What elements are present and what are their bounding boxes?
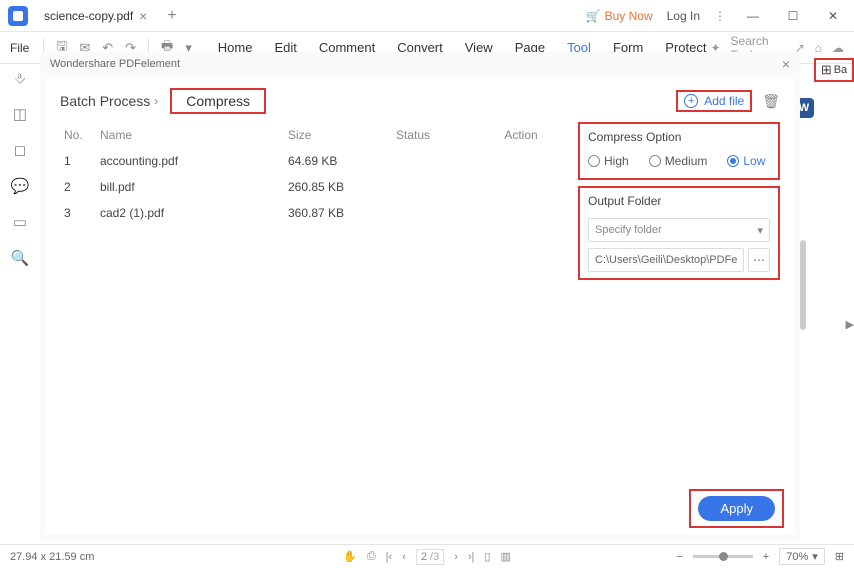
output-folder-box: Output Folder Specify folder ▾ ⋯ [578,186,780,280]
dialog-close-icon[interactable]: × [782,56,790,72]
plus-icon: + [684,94,698,108]
search-icon[interactable]: 🔍 [11,249,30,267]
browse-button[interactable]: ⋯ [748,248,770,272]
thumbnail-icon[interactable]: ◫ [13,105,27,123]
dialog-title: Wondershare PDFelement [50,58,180,70]
titlebar: science-copy.pdf × + 🛒 Buy Now Log In ⋮ … [0,0,854,32]
radio-low[interactable]: Low [727,154,765,168]
page-dimensions: 27.94 x 21.59 cm [10,551,94,563]
document-tab[interactable]: science-copy.pdf × [36,4,155,28]
apply-box: Apply [689,489,784,528]
bookmark-icon[interactable]: ◻ [14,141,26,159]
col-size: Size [288,128,396,142]
read-mode-icon[interactable]: ⎙ [367,550,376,563]
output-path-input[interactable] [588,248,744,272]
add-file-button[interactable]: + Add file [676,90,752,112]
col-no: No. [64,128,100,142]
output-folder-select[interactable]: Specify folder ▾ [588,218,770,242]
fit-page-icon[interactable]: ⊞ [835,550,844,563]
cloud-icon[interactable]: ⌂ [815,41,822,55]
zoom-in-icon[interactable]: + [763,551,769,563]
file-menu[interactable]: File [10,41,29,55]
zoom-slider[interactable] [693,555,753,558]
statusbar: 27.94 x 21.59 cm ✋ ⎙ |‹ ‹ 2 /3 › ›| ▯ ▥ … [0,544,854,568]
apply-button[interactable]: Apply [698,496,775,521]
page-input[interactable]: 2 /3 [416,549,444,565]
new-tab-icon[interactable]: + [167,7,176,25]
last-page-icon[interactable]: ›| [468,551,475,563]
next-page-icon[interactable]: › [454,551,458,563]
radio-high[interactable]: High [588,154,629,168]
compress-tab[interactable]: Compress [170,88,266,114]
upload-icon[interactable]: ☁ [832,41,844,55]
close-window-icon[interactable]: ✕ [820,6,846,26]
compress-option-box: Compress Option High Medium Low [578,122,780,180]
left-rail: ⎀ ◫ ◻ 💬 ▭ 🔍 [0,64,40,544]
col-name: Name [100,128,288,142]
table-row[interactable]: 3 cad2 (1).pdf 360.87 KB [60,200,560,226]
continuous-page-icon[interactable]: ▥ [500,550,510,563]
col-status: Status [396,128,486,142]
hand-tool-icon[interactable]: ✋ [343,550,357,563]
app-icon [8,6,28,26]
zoom-value[interactable]: 70% ▾ [779,548,825,565]
batch-dialog: Wondershare PDFelement × Batch Process ›… [40,52,800,540]
table-row[interactable]: 2 bill.pdf 260.85 KB [60,174,560,200]
file-table: No. Name Size Status Action 1 accounting… [60,122,560,526]
prev-page-icon[interactable]: ‹ [402,551,406,563]
zoom-out-icon[interactable]: − [676,551,682,563]
radio-medium[interactable]: Medium [649,154,708,168]
scrollbar-handle[interactable] [800,240,806,330]
first-page-icon[interactable]: |‹ [386,551,393,563]
scroll-right-icon[interactable]: ▶ [846,318,854,331]
comment-icon[interactable]: 💬 [11,177,30,195]
buy-now-button[interactable]: 🛒 Buy Now [586,9,653,23]
chevron-down-icon: ▾ [757,224,763,237]
text-tool-icon[interactable]: ⎀ [14,70,26,87]
batch-side-button[interactable]: ⊞Ba [814,58,854,82]
output-folder-title: Output Folder [588,194,770,208]
close-tab-icon[interactable]: × [139,8,147,24]
login-button[interactable]: Log In [667,9,700,23]
tab-title: science-copy.pdf [44,9,133,23]
single-page-icon[interactable]: ▯ [484,550,490,563]
attachment-icon[interactable]: ▭ [13,213,27,231]
col-action: Action [486,128,556,142]
delete-icon[interactable]: 🗑 [762,93,780,110]
more-icon[interactable]: ⋮ [714,9,726,23]
maximize-icon[interactable]: ☐ [780,6,806,26]
batch-process-label[interactable]: Batch Process [60,93,150,109]
minimize-icon[interactable]: — [740,6,766,26]
compress-option-title: Compress Option [588,130,770,144]
table-row[interactable]: 1 accounting.pdf 64.69 KB [60,148,560,174]
